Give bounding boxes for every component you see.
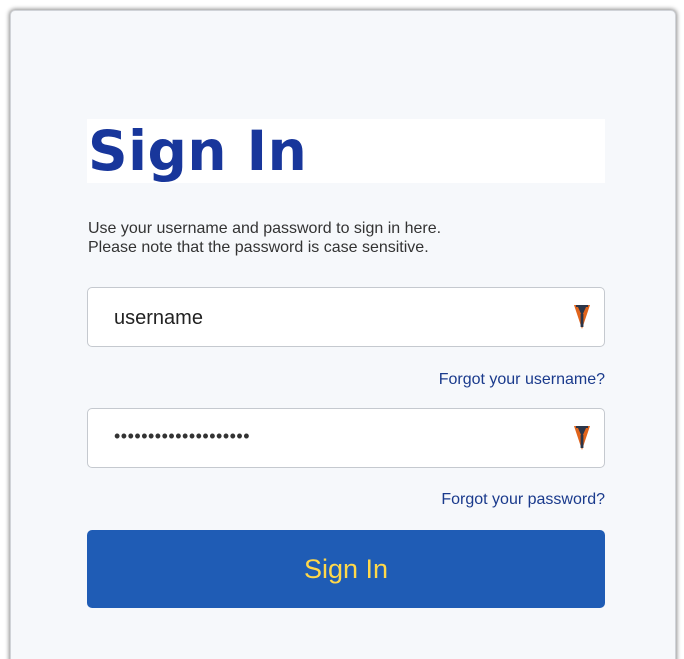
username-field[interactable]: username	[87, 287, 605, 347]
page-title: Sign In	[88, 119, 308, 183]
forgot-password-link[interactable]: Forgot your password?	[441, 490, 605, 509]
forgot-username-link[interactable]: Forgot your username?	[439, 370, 605, 389]
password-field[interactable]: ••••••••••••••••••••	[87, 408, 605, 468]
key-icon[interactable]	[573, 304, 591, 330]
instructions-line-1: Use your username and password to sign i…	[88, 220, 442, 237]
key-icon[interactable]	[573, 425, 591, 451]
username-value: username	[114, 307, 203, 329]
signin-button[interactable]: Sign In	[87, 530, 605, 608]
password-value: ••••••••••••••••••••	[114, 426, 251, 446]
instructions-line-2: Please note that the password is case se…	[88, 239, 429, 256]
instructions: Use your username and password to sign i…	[88, 219, 608, 257]
